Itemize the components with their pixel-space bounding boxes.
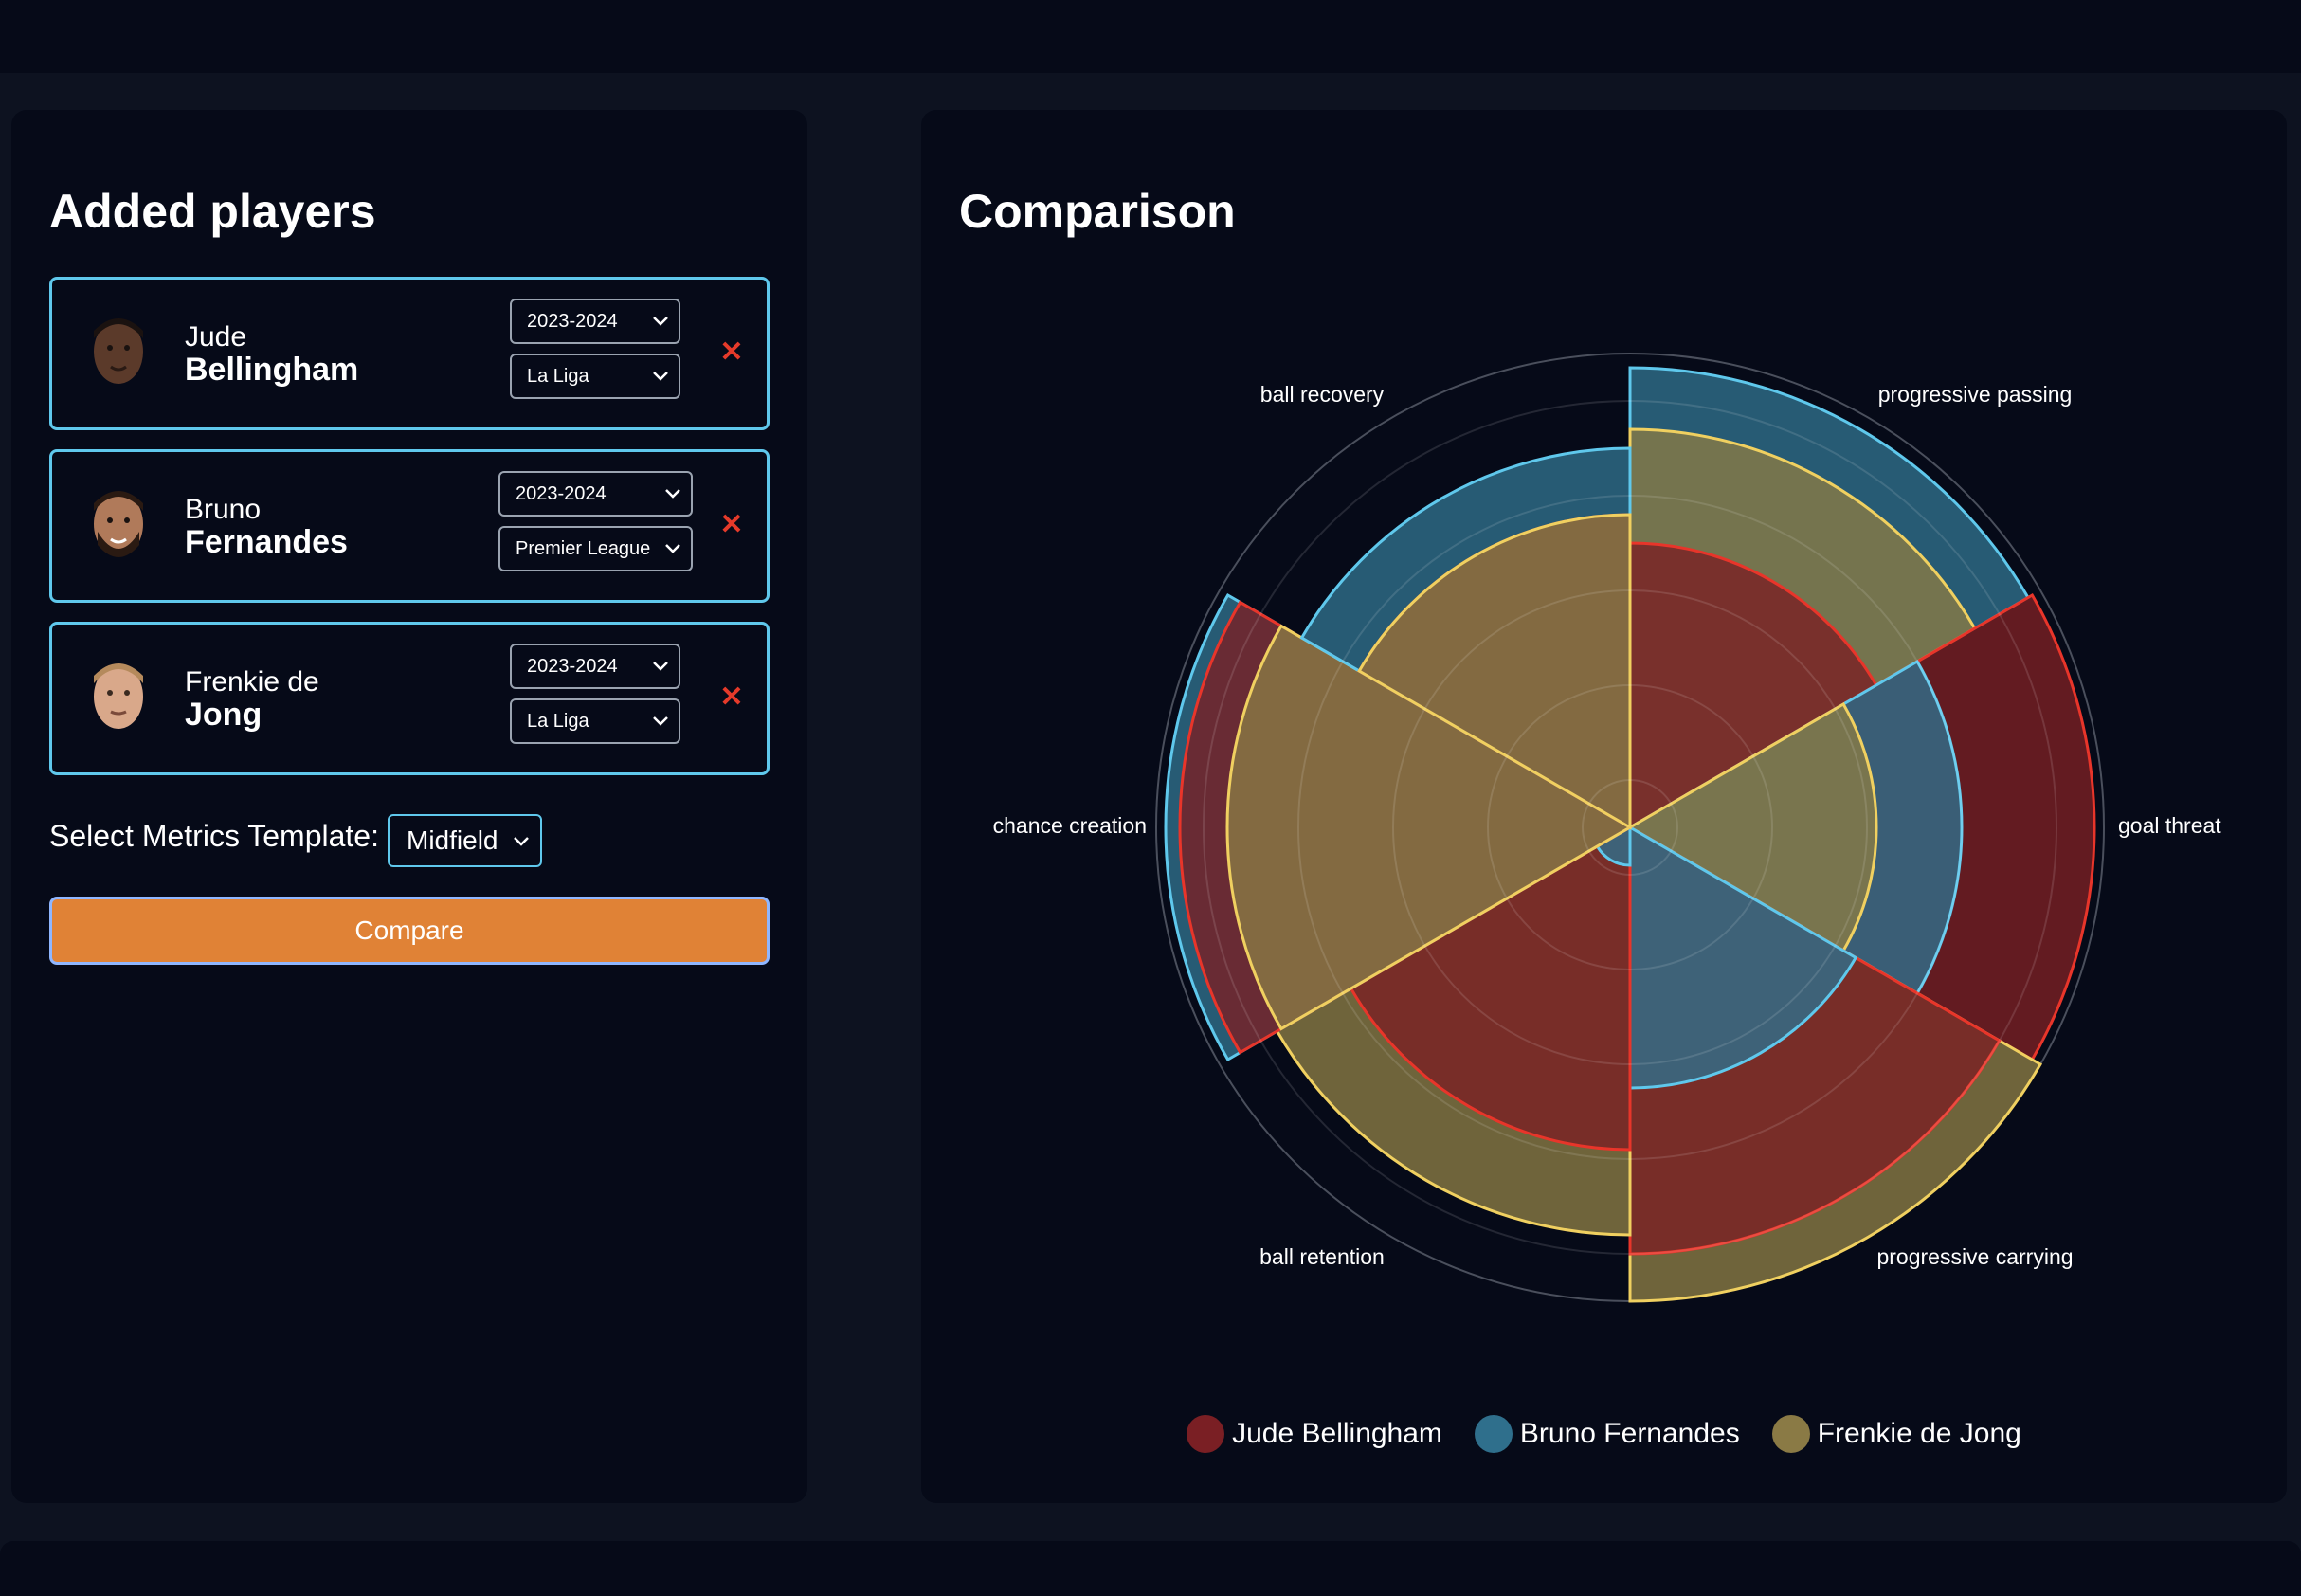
player-card: Jude Bellingham 2023-2024 La Liga ✕ <box>49 277 770 430</box>
player-name: Bruno Fernandes <box>185 494 348 558</box>
axis-label-0: progressive passing <box>1878 382 2073 407</box>
chevron-down-icon <box>665 544 680 553</box>
legend-item-2[interactable]: Frenkie de Jong <box>1771 1415 2021 1453</box>
chevron-down-icon <box>514 837 529 846</box>
remove-player-button[interactable]: ✕ <box>716 336 748 369</box>
axis-label-4: chance creation <box>993 813 1147 838</box>
legend-label: Frenkie de Jong <box>1817 1418 2021 1449</box>
player-avatar <box>94 491 143 557</box>
legend-item-0[interactable]: Jude Bellingham <box>1187 1415 1442 1453</box>
player-card: Frenkie de Jong 2023-2024 La Liga ✕ <box>49 622 770 775</box>
season-select[interactable]: 2023-2024 <box>510 299 680 344</box>
player-last-name: Fernandes <box>185 524 348 560</box>
league-select-value: La Liga <box>527 366 589 387</box>
player-avatar <box>94 318 143 384</box>
compare-button[interactable]: Compare <box>49 897 770 965</box>
axis-label-5: ball recovery <box>1260 382 1385 407</box>
season-select[interactable]: 2023-2024 <box>498 471 693 517</box>
player-name: Jude Bellingham <box>185 321 358 386</box>
chart-legend: Jude Bellingham Bruno Fernandes Frenkie de… <box>921 1410 2287 1458</box>
chevron-down-icon <box>653 317 668 326</box>
league-select[interactable]: Premier League <box>498 526 693 571</box>
legend-swatch <box>1187 1415 1225 1453</box>
chevron-down-icon <box>653 716 668 726</box>
chevron-down-icon <box>665 489 680 499</box>
remove-player-button[interactable]: ✕ <box>716 509 748 541</box>
chevron-down-icon <box>653 662 668 671</box>
added-players-panel: Added players Jude Bellingham 2023-2024 … <box>11 110 807 1503</box>
metrics-template-select[interactable]: Midfield <box>388 814 542 867</box>
season-select-value: 2023-2024 <box>527 656 618 677</box>
legend-swatch <box>1474 1415 1513 1453</box>
comparison-panel: Comparison progressive passing goal threa… <box>921 110 2287 1503</box>
chevron-down-icon <box>653 372 668 381</box>
template-select-value: Midfield <box>407 825 498 855</box>
player-first-name: Bruno <box>185 494 262 525</box>
legend-label: Jude Bellingham <box>1232 1418 1442 1449</box>
league-select[interactable]: La Liga <box>510 354 680 399</box>
axis-label-3: ball retention <box>1259 1244 1385 1269</box>
polar-area-chart: progressive passing goal threat progressiv… <box>993 353 2221 1303</box>
player-last-name: Jong <box>185 697 263 733</box>
season-select-value: 2023-2024 <box>516 483 607 504</box>
player-avatar <box>94 663 143 729</box>
season-select-value: 2023-2024 <box>527 311 618 332</box>
legend-label: Bruno Fernandes <box>1519 1418 1740 1449</box>
axis-label-1: goal threat <box>2118 813 2221 838</box>
template-label: Select Metrics Template: <box>49 819 379 853</box>
player-last-name: Bellingham <box>185 352 359 388</box>
player-first-name: Frenkie de <box>185 666 319 698</box>
bottom-bar <box>0 1541 2301 1596</box>
player-name: Frenkie de Jong <box>185 666 319 731</box>
league-select-value: Premier League <box>516 538 651 559</box>
league-select[interactable]: La Liga <box>510 698 680 744</box>
legend-swatch <box>1771 1415 1810 1453</box>
legend-item-1[interactable]: Bruno Fernandes <box>1474 1415 1740 1453</box>
axis-label-2: progressive carrying <box>1876 1244 2073 1269</box>
player-card: Bruno Fernandes 2023-2024 Premier League… <box>49 449 770 603</box>
player-first-name: Jude <box>185 321 247 353</box>
remove-player-button[interactable]: ✕ <box>716 681 748 714</box>
season-select[interactable]: 2023-2024 <box>510 644 680 689</box>
top-bar <box>0 0 2301 73</box>
added-players-title: Added players <box>49 185 376 238</box>
league-select-value: La Liga <box>527 711 589 732</box>
